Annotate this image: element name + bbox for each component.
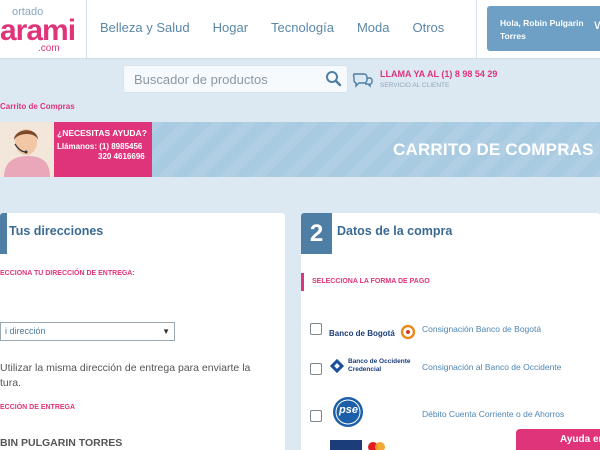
checkbox-occidente[interactable] xyxy=(310,363,322,375)
hotline-subtitle: SERVICIO AL CLIENTE xyxy=(380,82,450,89)
nav-tecnologia[interactable]: Tecnología xyxy=(271,20,334,40)
addresses-title: Tus direcciones xyxy=(9,224,104,238)
banco-occidente-name: Banco de Occidente xyxy=(348,358,411,365)
help-phone-2: 320 4616696 xyxy=(98,152,145,161)
logo-sub-text: .com xyxy=(38,43,60,54)
recipient-name: BIN PULGARIN TORRES xyxy=(0,437,123,449)
product-search xyxy=(123,65,348,93)
search-icon[interactable] xyxy=(324,69,344,89)
step-number-1 xyxy=(0,213,7,254)
address-select[interactable]: i dirección ▼ xyxy=(0,322,175,341)
delivery-address-label: ECCIONA TU DIRECCIÓN DE ENTREGA: xyxy=(0,270,135,277)
card-logos-row xyxy=(330,440,410,450)
user-greeting-line2: Torres xyxy=(500,31,526,41)
delivery-section-label: ECCIÓN DE ENTREGA xyxy=(0,404,76,411)
breadcrumb[interactable]: Carrito de Compras xyxy=(0,102,75,111)
help-phone-1: Llámanos: (1) 8985456 xyxy=(57,142,143,151)
help-box: ¿NECESITAS AYUDA? Llámanos: (1) 8985456 … xyxy=(54,122,152,177)
section-marker xyxy=(301,273,304,291)
header-divider xyxy=(476,0,477,58)
help-title: ¿NECESITAS AYUDA? xyxy=(57,128,147,138)
banco-bogota-logo: Banco de Bogotá xyxy=(329,323,417,345)
payment-option-occidente: Banco de Occidente Credencial Consignaci… xyxy=(310,357,600,390)
purchase-data-title: Datos de la compra xyxy=(337,224,453,238)
payment-label-occidente[interactable]: Consignación al Banco de Occidente xyxy=(422,362,561,372)
main-nav: Belleza y Salud Hogar Tecnología Moda Ot… xyxy=(100,20,467,40)
banco-occidente-logo: Banco de Occidente Credencial xyxy=(329,357,419,379)
site-logo[interactable]: ortado arami .com xyxy=(0,6,80,54)
nav-hogar[interactable]: Hogar xyxy=(213,20,248,40)
payment-method-label: SELECCIONA LA FORMA DE PAGO xyxy=(312,278,430,285)
help-chat-button[interactable]: Ayuda en xyxy=(516,429,600,450)
same-address-text-1: Utilizar la misma dirección de entrega p… xyxy=(0,362,251,374)
hotline-number: LLAMA YA AL (1) 8 98 54 29 xyxy=(380,69,498,79)
same-address-text-2: tura. xyxy=(0,377,22,389)
checkbox-bogota[interactable] xyxy=(310,323,322,335)
checkbox-pse[interactable] xyxy=(310,410,322,422)
pse-logo-text: pse xyxy=(339,404,358,416)
payment-label-bogota[interactable]: Consignación Banco de Bogotá xyxy=(422,324,541,334)
dropdown-arrow-icon: ▼ xyxy=(162,327,170,336)
payment-label-pse[interactable]: Débito Cuenta Corriente o de Ahorros xyxy=(422,409,564,419)
visa-card-icon xyxy=(330,440,362,450)
banco-occidente-credencial: Credencial xyxy=(348,366,382,373)
banco-bogota-emblem-icon xyxy=(401,324,416,339)
address-select-value: i dirección xyxy=(5,326,46,336)
chat-icon[interactable] xyxy=(352,72,374,88)
nav-belleza-salud[interactable]: Belleza y Salud xyxy=(100,20,190,40)
search-input[interactable] xyxy=(124,66,314,92)
step-number-2: 2 xyxy=(301,213,332,254)
nav-otros[interactable]: Otros xyxy=(412,20,444,40)
header-divider xyxy=(86,0,87,58)
user-menu[interactable]: Hola, Robin Pulgarin Torres ∨ xyxy=(487,6,600,51)
chevron-down-icon: ∨ xyxy=(592,17,600,32)
site-header: ortado arami .com Belleza y Salud Hogar … xyxy=(0,0,600,59)
support-agent-image xyxy=(0,122,54,177)
banco-bogota-name: Banco de Bogotá xyxy=(329,329,395,338)
payment-option-bogota: Banco de Bogotá Consignación Banco de Bo… xyxy=(310,323,600,353)
nav-moda[interactable]: Moda xyxy=(357,20,390,40)
user-greeting-line1: Hola, Robin Pulgarin xyxy=(500,18,584,28)
page-title: CARRITO DE COMPRAS xyxy=(393,140,594,159)
pse-logo: pse xyxy=(332,396,364,427)
mastercard-icon-2 xyxy=(375,442,385,450)
banco-occidente-emblem-icon xyxy=(329,358,345,374)
